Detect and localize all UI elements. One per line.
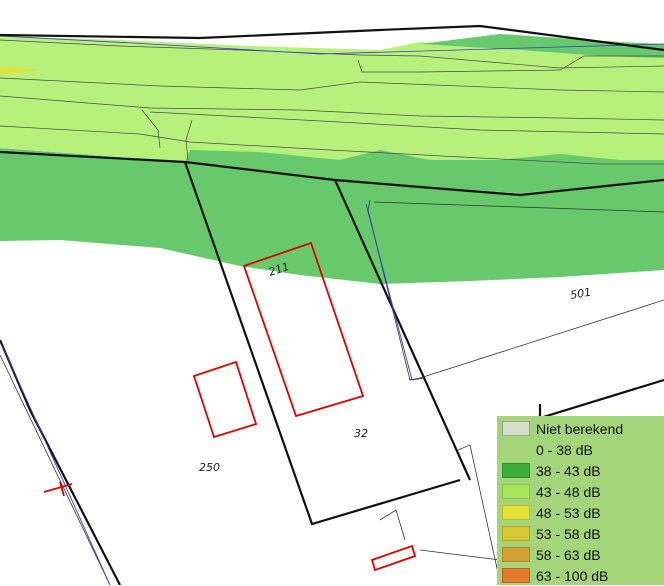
parcel-label-32: 32 [354,427,368,440]
building-250 [192,360,258,439]
legend-item: 38 - 43 dB [497,460,664,481]
legend-item: 0 - 38 dB [497,439,664,460]
legend-label: 0 - 38 dB [536,441,593,458]
legend-swatch-4 [502,505,530,520]
building-south [370,544,417,572]
legend-item: 48 - 53 dB [497,502,664,523]
noise-legend: Niet berekend 0 - 38 dB 38 - 43 dB 43 - … [497,416,664,585]
legend-swatch-0 [502,421,530,436]
legend-item: Niet berekend [497,418,664,439]
legend-label: 53 - 58 dB [536,525,601,542]
legend-label: 43 - 48 dB [536,483,601,500]
legend-label: 58 - 63 dB [536,546,601,563]
legend-swatch-6 [502,547,530,562]
legend-label: Niet berekend [536,420,624,437]
parcel-label-250: 250 [199,461,220,474]
road-edge-blue-left [1,344,111,585]
legend-label: 38 - 43 dB [536,462,601,479]
legend-swatch-7 [502,568,530,583]
parcel-label-501: 501 [569,286,592,302]
legend-item: 53 - 58 dB [497,523,664,544]
legend-swatch-2 [502,463,530,478]
legend-item: 63 - 100 dB [497,565,664,586]
legend-item: 43 - 48 dB [497,481,664,502]
legend-swatch-3 [502,484,530,499]
legend-swatch-5 [502,526,530,541]
legend-label: 63 - 100 dB [536,567,609,584]
legend-swatch-1 [502,442,530,457]
legend-item: 58 - 63 dB [497,544,664,565]
legend-label: 48 - 53 dB [536,504,601,521]
